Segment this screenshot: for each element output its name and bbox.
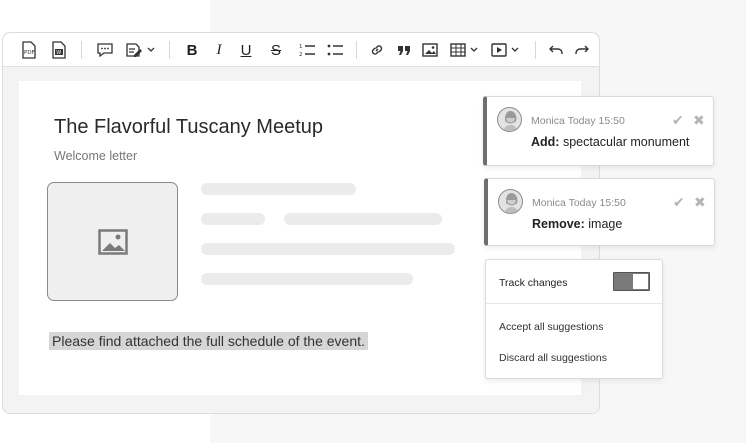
toolbar-separator — [169, 41, 170, 59]
avatar — [497, 107, 522, 132]
image-placeholder[interactable] — [47, 182, 178, 301]
suggestion-text: Add: spectacular monument — [531, 135, 689, 149]
toggle-knob — [633, 274, 648, 289]
suggestion-time: Today 15:50 — [567, 115, 625, 127]
suggestion-content: spectacular monument — [562, 135, 690, 149]
svg-text:1: 1 — [299, 44, 303, 50]
toolbar: PDF W B I U S 12 — [3, 33, 599, 67]
track-changes-label: Track changes — [499, 277, 568, 289]
track-changes-panel: Track changes Accept all suggestions Dis… — [485, 259, 663, 379]
strikethrough-icon[interactable]: S — [267, 40, 285, 60]
track-changes-icon[interactable] — [124, 40, 158, 60]
suggestion-action: Add: — [531, 135, 560, 149]
italic-icon[interactable]: I — [210, 40, 228, 60]
text-placeholder-line — [201, 183, 356, 195]
suggestion-author: Monica — [532, 197, 566, 209]
divider — [486, 303, 662, 304]
numbered-list-icon[interactable]: 12 — [296, 40, 318, 60]
accept-all-suggestions-button[interactable]: Accept all suggestions — [499, 321, 603, 333]
discard-all-suggestions-button[interactable]: Discard all suggestions — [499, 352, 607, 364]
suggestion-card[interactable]: Monica Today 15:50 ✔ ✖ Add: spectacular … — [483, 96, 714, 166]
redo-icon[interactable] — [572, 40, 592, 60]
suggestion-meta: Monica Today 15:50 — [532, 197, 626, 209]
comment-icon[interactable] — [94, 40, 116, 60]
export-pdf-icon[interactable]: PDF — [19, 40, 39, 60]
underline-icon[interactable]: U — [237, 40, 255, 60]
track-changes-toggle[interactable] — [613, 272, 650, 291]
toolbar-separator — [81, 41, 82, 59]
export-word-icon[interactable]: W — [49, 40, 69, 60]
suggestion-action: Remove: — [532, 217, 585, 231]
svg-text:PDF: PDF — [24, 50, 35, 56]
reject-suggestion-icon[interactable]: ✖ — [693, 113, 705, 127]
image-placeholder-icon — [97, 228, 128, 255]
svg-text:2: 2 — [299, 52, 303, 58]
text-placeholder-line — [284, 213, 442, 225]
document-subtitle[interactable]: Welcome letter — [54, 149, 137, 163]
undo-icon[interactable] — [546, 40, 566, 60]
toolbar-separator — [356, 41, 357, 59]
table-icon[interactable] — [449, 40, 481, 60]
suggestion-meta: Monica Today 15:50 — [531, 115, 625, 127]
selected-paragraph[interactable]: Please find attached the full schedule o… — [49, 332, 368, 350]
media-icon[interactable] — [490, 40, 522, 60]
suggestion-author: Monica — [531, 115, 565, 127]
bold-icon[interactable]: B — [183, 40, 201, 60]
suggestion-time: Today 15:50 — [568, 197, 626, 209]
text-placeholder-line — [201, 243, 455, 255]
toolbar-separator — [535, 41, 536, 59]
suggestion-content: image — [588, 217, 623, 231]
reject-suggestion-icon[interactable]: ✖ — [694, 195, 706, 209]
suggestion-card[interactable]: Monica Today 15:50 ✔ ✖ Remove: image — [484, 178, 715, 246]
bulleted-list-icon[interactable] — [324, 40, 346, 60]
text-placeholder-line — [201, 213, 265, 225]
link-icon[interactable] — [367, 40, 387, 60]
svg-text:W: W — [56, 50, 61, 56]
avatar — [498, 189, 523, 214]
accept-suggestion-icon[interactable]: ✔ — [673, 195, 685, 209]
text-placeholder-line — [201, 273, 413, 285]
suggestion-text: Remove: image — [532, 217, 622, 231]
document-title[interactable]: The Flavorful Tuscany Meetup — [54, 116, 323, 139]
blockquote-icon[interactable] — [394, 40, 414, 60]
accept-suggestion-icon[interactable]: ✔ — [672, 113, 684, 127]
image-icon[interactable] — [420, 40, 440, 60]
